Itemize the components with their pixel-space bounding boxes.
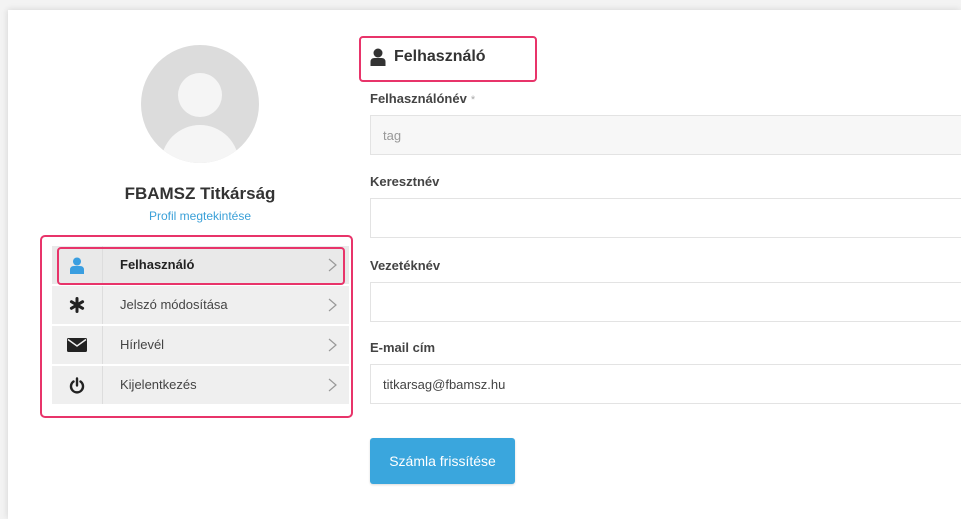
email-field[interactable] [370,364,961,404]
chevron-right-icon [328,298,337,312]
asterisk-icon [52,286,103,324]
update-account-button[interactable]: Számla frissítése [370,438,515,484]
user-icon [370,48,386,66]
sidebar-item-newsletter[interactable]: Hírlevél [52,326,349,366]
lastname-field[interactable] [370,282,961,322]
user-icon [52,246,103,284]
chevron-right-icon [328,258,337,272]
email-label: E-mail cím [370,340,436,355]
sidebar-item-user[interactable]: Felhasználó [52,246,349,286]
sidebar-item-label: Felhasználó [120,257,195,272]
sidebar-item-label: Hírlevél [120,337,165,352]
username-field[interactable] [370,115,961,155]
page-title: Felhasználó [370,48,486,66]
firstname-label: Keresztnév [370,174,440,189]
sidebar-item-label: Jelszó módosítása [120,297,228,312]
envelope-icon [52,326,103,364]
page-title-text: Felhasználó [394,48,486,65]
sidebar-item-logout[interactable]: Kijelentkezés [52,366,349,406]
sidebar-item-label: Kijelentkezés [120,377,197,392]
sidebar-nav: Felhasználó Jelszó módosítása Hírlevél K… [52,246,349,406]
username-label: Felhasználónév * [370,91,475,106]
view-profile-link[interactable]: Profil megtekintése [100,209,300,223]
sidebar-item-password[interactable]: Jelszó módosítása [52,286,349,326]
firstname-field[interactable] [370,198,961,238]
avatar [141,45,259,163]
username-label-text: Felhasználónév [370,91,467,106]
power-icon [52,366,103,404]
required-mark: * [470,94,476,106]
chevron-right-icon [328,378,337,392]
lastname-label: Vezetéknév [370,258,441,273]
chevron-right-icon [328,338,337,352]
avatar-head [178,73,222,117]
avatar-body [161,125,239,163]
profile-name: FBAMSZ Titkárság [124,184,276,203]
